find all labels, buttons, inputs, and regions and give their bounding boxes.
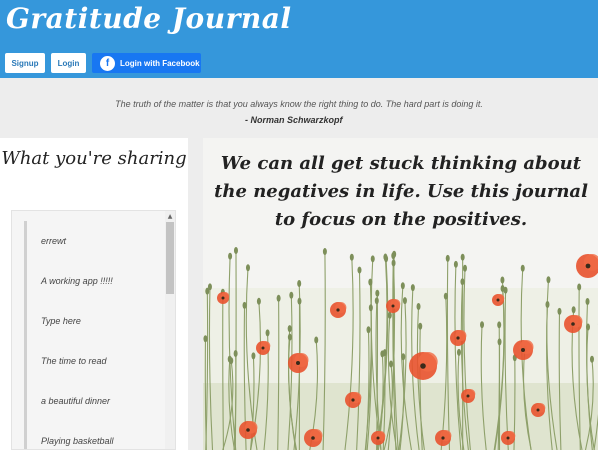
facebook-icon: f — [100, 55, 115, 71]
entries-list[interactable]: errewt A working app !!!!! Type here The… — [11, 210, 176, 450]
header-bar: Gratitude Journal Signup Login f Login w… — [0, 0, 598, 78]
list-item[interactable]: errewt — [24, 221, 162, 261]
list-scrollbar[interactable]: ▲ — [165, 211, 175, 449]
hero-panel: We can all get stuck thinking about the … — [203, 138, 598, 450]
list-item[interactable]: The time to read — [24, 341, 162, 381]
signup-button[interactable]: Signup — [5, 53, 45, 73]
list-item[interactable]: a beautiful dinner — [24, 381, 162, 421]
list-item[interactable]: A working app !!!!! — [24, 261, 162, 301]
scroll-thumb[interactable] — [166, 222, 174, 294]
quote-text: The truth of the matter is that you alwa… — [115, 99, 483, 109]
login-button[interactable]: Login — [51, 53, 86, 73]
sharing-panel: What you're sharing errewt A working app… — [0, 138, 188, 450]
list-item[interactable]: Playing basketball — [24, 421, 162, 449]
app-title: Gratitude Journal — [6, 2, 292, 35]
facebook-login-button[interactable]: f Login with Facebook — [92, 53, 201, 73]
scroll-up-icon[interactable]: ▲ — [165, 211, 175, 221]
hero-text: We can all get stuck thinking about the … — [214, 153, 588, 230]
list-item[interactable]: Type here — [24, 301, 162, 341]
facebook-login-label: Login with Facebook — [120, 58, 200, 68]
sharing-title: What you're sharing — [1, 148, 187, 169]
quote-author: - Norman Schwarzkopf — [245, 115, 343, 125]
